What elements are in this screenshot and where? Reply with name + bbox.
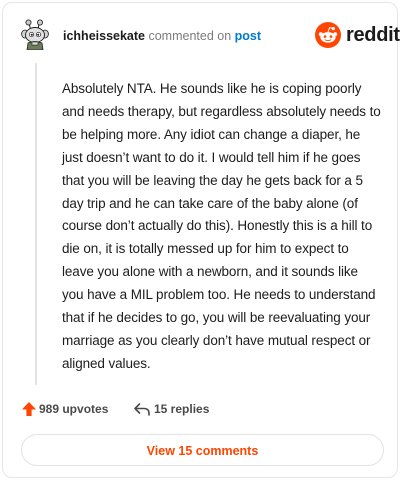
reddit-logo-icon [315, 22, 341, 48]
comment-body: Absolutely NTA. He sounds like he is cop… [62, 81, 381, 371]
upvote-count: 989 upvotes [39, 402, 109, 416]
thread-line[interactable] [35, 63, 37, 385]
comment-meta: ichheissekate commented on post [63, 29, 261, 43]
username-link[interactable]: ichheissekate [63, 29, 145, 43]
reply-arrow-icon [134, 403, 150, 416]
comment-actions: 989 upvotes 15 replies [21, 399, 381, 419]
comment-header: ichheissekate commented on post reddit [3, 3, 400, 67]
replies-count: 15 replies [154, 402, 210, 416]
view-comments-button[interactable]: View 15 comments [21, 434, 384, 466]
action-text: commented on [148, 29, 232, 43]
snoo-avatar-icon[interactable] [20, 18, 50, 51]
upvote-arrow-icon [22, 402, 36, 416]
comment-card: ichheissekate commented on post reddit A… [2, 2, 400, 478]
reddit-wordmark: reddit [346, 24, 400, 46]
reddit-brand[interactable]: reddit [315, 22, 400, 50]
post-link[interactable]: post [235, 29, 261, 43]
